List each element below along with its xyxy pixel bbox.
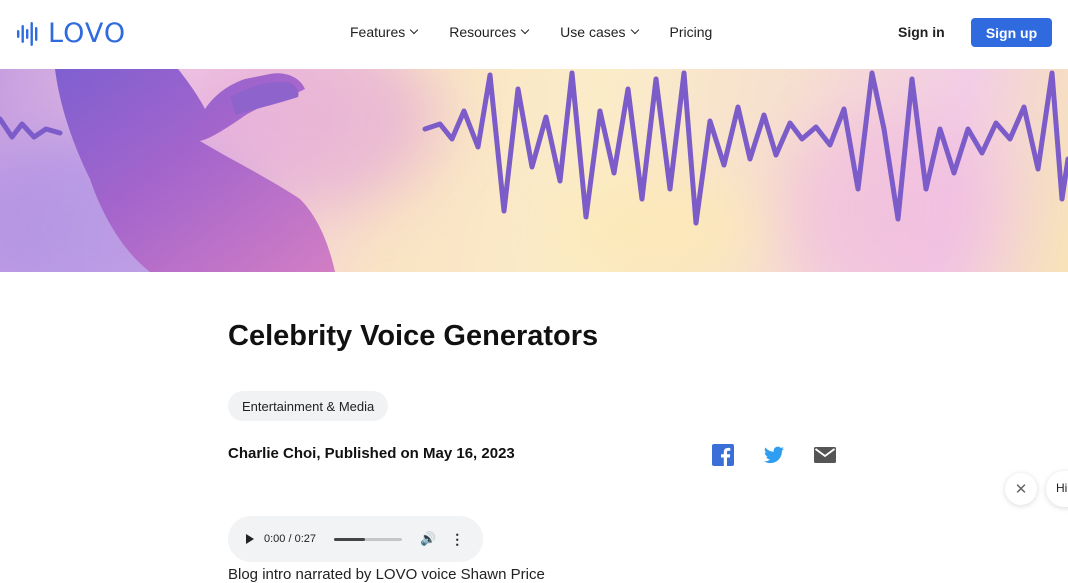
menu-resources-label: Resources bbox=[449, 24, 517, 40]
category-tag[interactable]: Entertainment & Media bbox=[228, 391, 389, 421]
chevron-down-icon bbox=[630, 25, 639, 35]
twitter-icon[interactable] bbox=[763, 444, 785, 466]
menu-resources[interactable]: Resources bbox=[449, 24, 530, 40]
audio-caption: Blog intro narrated by LOVO voice Shawn … bbox=[228, 566, 545, 583]
audio-progress-slider[interactable] bbox=[334, 537, 402, 541]
menu-use-cases[interactable]: Use cases bbox=[560, 24, 639, 40]
sign-up-button[interactable]: Sign up bbox=[971, 18, 1052, 47]
chevron-down-icon bbox=[410, 25, 419, 35]
hero-banner-image bbox=[0, 69, 1068, 272]
play-icon[interactable] bbox=[246, 534, 254, 544]
author-byline: Charlie Choi, Published on May 16, 2023 bbox=[228, 445, 515, 462]
lovo-logo[interactable]: LOVO bbox=[16, 18, 126, 49]
chat-close-button[interactable]: ✕ bbox=[1005, 473, 1037, 505]
soundwave-logo-icon bbox=[17, 21, 38, 46]
menu-pricing-label: Pricing bbox=[669, 24, 713, 40]
logo-text: LOVO bbox=[48, 18, 127, 49]
menu-pricing[interactable]: Pricing bbox=[670, 24, 713, 40]
chat-greeting-bubble[interactable]: Hi. bbox=[1046, 471, 1068, 507]
menu-features-label: Features bbox=[350, 24, 406, 40]
top-navbar: LOVO Features Resources Use cases Pricin… bbox=[0, 0, 1068, 69]
audio-time: 0:00 / 0:27 bbox=[264, 533, 316, 545]
menu-features[interactable]: Features bbox=[350, 24, 419, 40]
audio-player: 0:00 / 0:27 🔊 ⋮ bbox=[228, 516, 483, 562]
more-options-icon[interactable]: ⋮ bbox=[450, 531, 464, 548]
chevron-down-icon bbox=[520, 25, 530, 35]
sign-in-link[interactable]: Sign in bbox=[898, 24, 945, 40]
audio-progress-fill bbox=[334, 537, 365, 541]
email-icon[interactable] bbox=[814, 444, 836, 466]
article-title: Celebrity Voice Generators bbox=[228, 320, 599, 352]
volume-icon[interactable]: 🔊 bbox=[420, 531, 436, 547]
singer-silhouette-illustration bbox=[0, 69, 1068, 272]
menu-use-cases-label: Use cases bbox=[560, 24, 626, 40]
main-menu: Features Resources Use cases Pricing bbox=[350, 24, 712, 40]
facebook-icon[interactable] bbox=[712, 444, 734, 466]
